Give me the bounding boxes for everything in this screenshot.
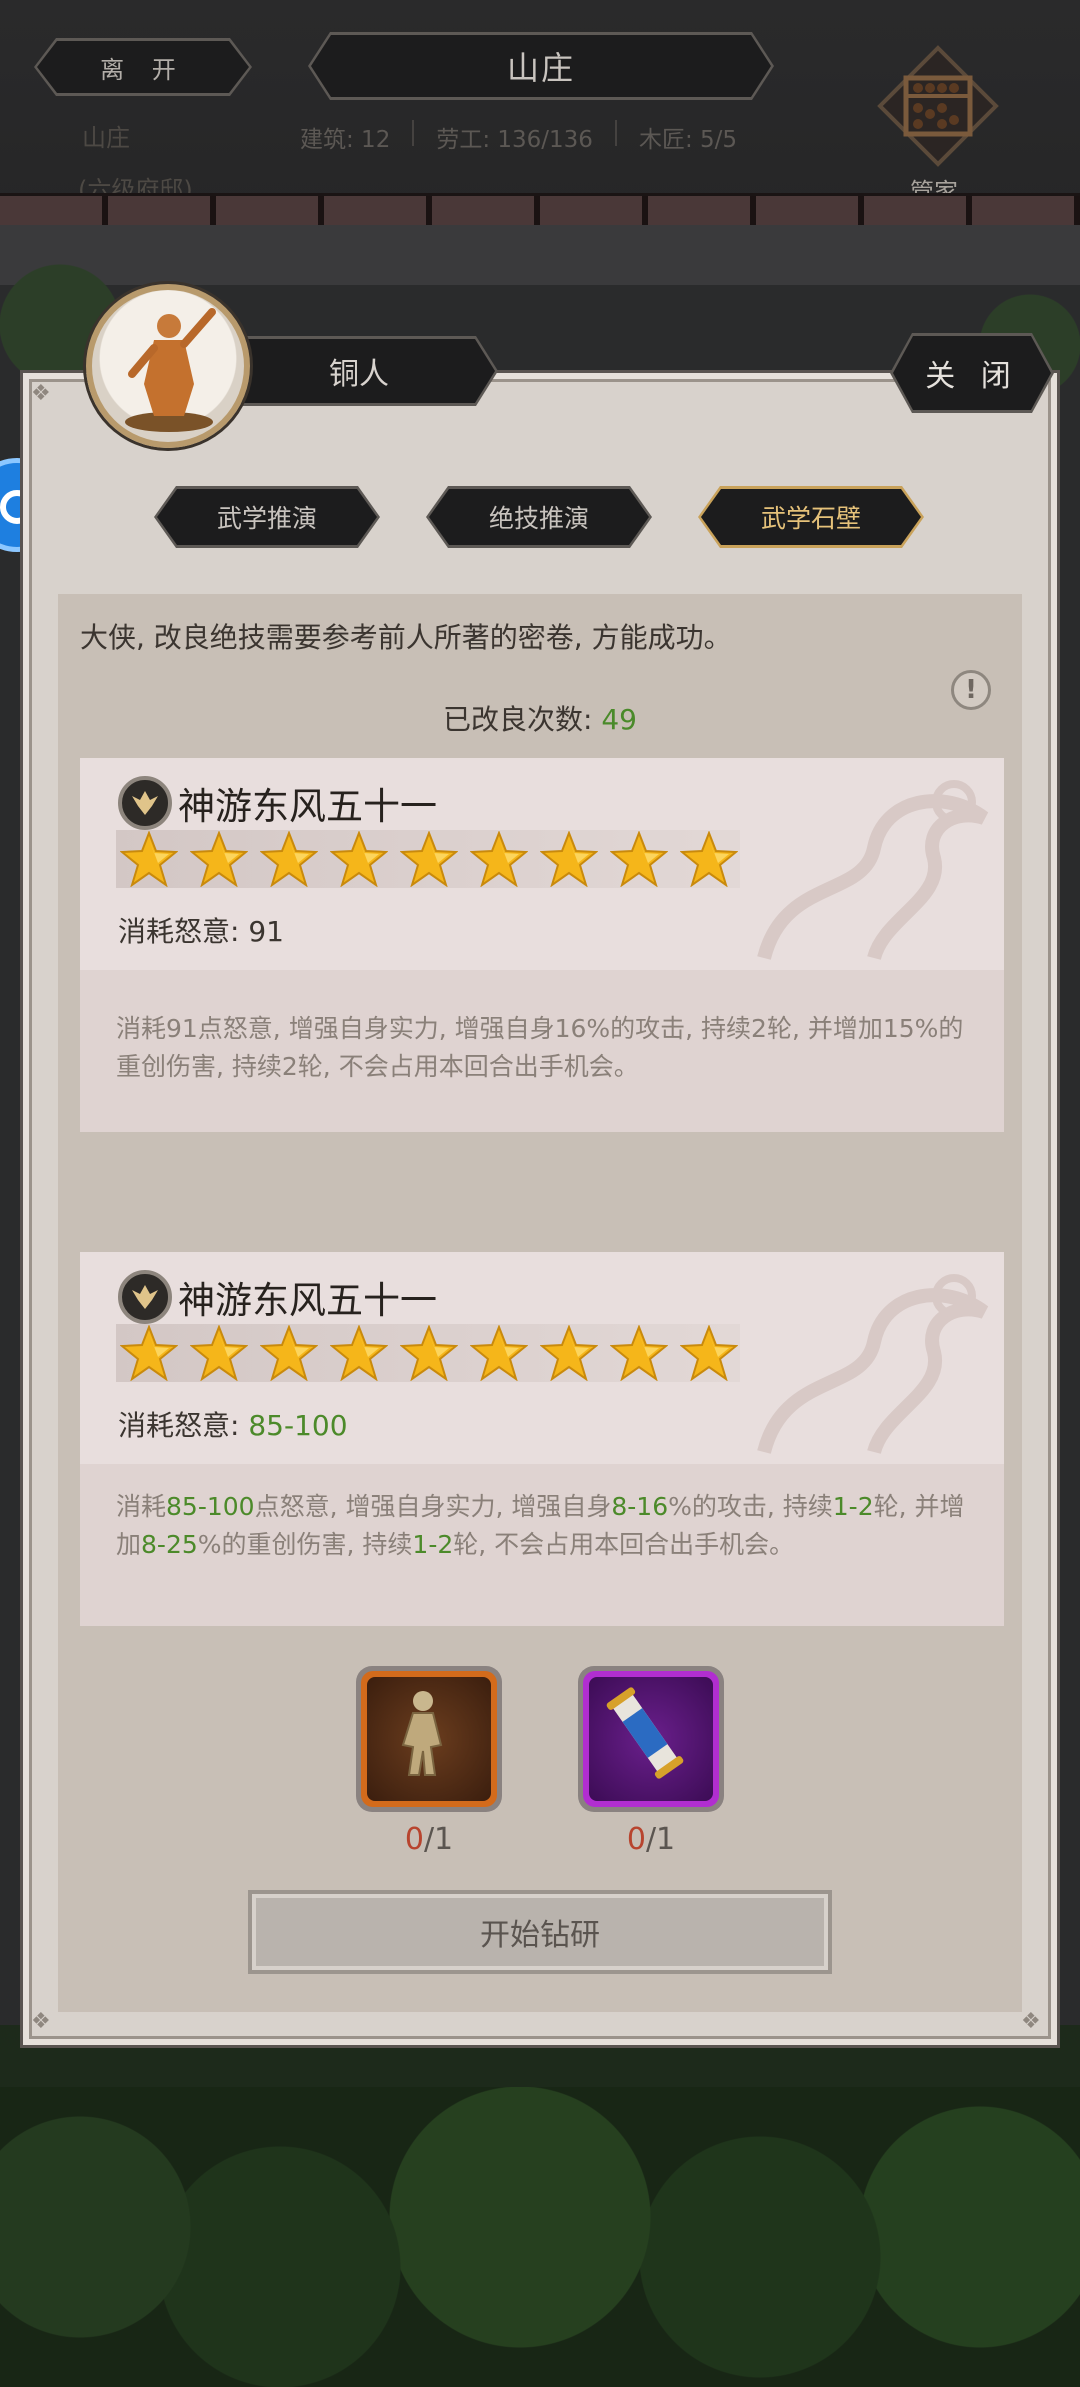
material-count: 0/1 xyxy=(404,1822,454,1857)
tab-martial-stone-wall[interactable]: 武学石壁 xyxy=(698,486,924,548)
close-label: 关 闭 xyxy=(925,359,1019,394)
bronze-figure-icon xyxy=(401,1691,443,1776)
page-title: 山庄 xyxy=(506,49,575,87)
abacus-icon[interactable] xyxy=(876,44,1000,168)
tab-label: 绝技推演 xyxy=(488,504,589,533)
star-icon xyxy=(259,830,319,888)
rage-value: 85-100 xyxy=(248,1409,348,1442)
rage-cost: 消耗怒意: 91 xyxy=(118,910,284,950)
star-icon xyxy=(469,830,529,888)
tab-martial-deduction[interactable]: 武学推演 xyxy=(154,486,380,548)
tab-ultimate-deduction[interactable]: 绝技推演 xyxy=(426,486,652,548)
scroll-icon xyxy=(606,1687,684,1779)
estate-name: 山庄 xyxy=(82,124,130,152)
star-icon xyxy=(399,830,459,888)
rage-label: 消耗怒意: xyxy=(118,1409,249,1442)
title-plate: 山庄 xyxy=(308,32,774,100)
skill-type-icon xyxy=(118,1270,172,1324)
skill-description: 消耗85-100点怒意, 增强自身实力, 增强自身8-16%的攻击, 持续1-2… xyxy=(80,1464,1004,1626)
tab-label: 武学石壁 xyxy=(760,504,861,533)
material-count: 0/1 xyxy=(626,1822,676,1857)
skill-description: 消耗91点怒意, 增强自身实力, 增强自身16%的攻击, 持续2轮, 并增加15… xyxy=(80,970,1004,1132)
rage-label: 消耗怒意: xyxy=(118,915,249,948)
star-icon xyxy=(189,1324,249,1382)
top-bar: 离 开 山庄 山庄 (六级府邸) 建筑: 12 劳工: 136/136 木匠: … xyxy=(0,0,1080,225)
star-icon xyxy=(609,1324,669,1382)
improve-count: 已改良次数: 49 xyxy=(0,698,1080,738)
leave-label: 离 开 xyxy=(100,55,186,84)
character-avatar[interactable] xyxy=(86,284,250,448)
leave-button[interactable]: 离 开 xyxy=(34,38,252,96)
material-slot-scroll[interactable] xyxy=(578,1666,724,1812)
workers-stat: 劳工: 136/136 xyxy=(436,127,593,153)
rage-value: 91 xyxy=(248,915,284,948)
rage-cost: 消耗怒意: 85-100 xyxy=(118,1404,348,1444)
bronze-man-icon xyxy=(125,308,216,432)
star-icon xyxy=(119,830,179,888)
star-icon xyxy=(469,1324,529,1382)
skill-card-current: 神游东风五十一 消耗怒意: 91 消耗91点怒意, 增强自身实力, 增强自身16… xyxy=(80,758,1004,1132)
estate-stats: 建筑: 12 劳工: 136/136 木匠: 5/5 xyxy=(300,120,737,154)
star-icon xyxy=(399,1324,459,1382)
intro-text: 大侠, 改良绝技需要参考前人所著的密卷, 方能成功。 xyxy=(80,621,732,654)
carpenters-stat: 木匠: 5/5 xyxy=(638,127,738,153)
star-rating xyxy=(116,830,740,888)
star-icon xyxy=(329,830,389,888)
star-icon xyxy=(329,1324,389,1382)
count-value: 49 xyxy=(601,703,637,736)
star-rating xyxy=(116,1324,740,1382)
buildings-stat: 建筑: 12 xyxy=(300,127,391,153)
bushes xyxy=(0,2087,1080,2387)
character-name-plate: 铜人 xyxy=(220,336,498,406)
star-icon xyxy=(259,1324,319,1382)
dragon-watermark-icon xyxy=(757,780,989,961)
skill-card-improved: 神游东风五十一 消耗怒意: 85-100 消耗85-100点怒意, 增强自身实力… xyxy=(80,1252,1004,1626)
star-icon xyxy=(679,1324,739,1382)
star-icon xyxy=(119,1324,179,1382)
star-icon xyxy=(539,830,599,888)
character-name: 铜人 xyxy=(329,357,389,392)
skill-type-icon xyxy=(118,776,172,830)
star-icon xyxy=(189,830,249,888)
tab-label: 武学推演 xyxy=(216,504,317,533)
star-icon xyxy=(609,830,669,888)
wall-decoration xyxy=(0,193,1080,225)
skill-name: 神游东风五十一 xyxy=(178,785,437,828)
star-icon xyxy=(679,830,739,888)
dragon-watermark-icon xyxy=(757,1274,989,1455)
count-label: 已改良次数: xyxy=(443,703,602,736)
skill-name: 神游东风五十一 xyxy=(178,1279,437,1322)
star-icon xyxy=(539,1324,599,1382)
material-slot-bronze-figure[interactable] xyxy=(356,1666,502,1812)
close-button[interactable]: 关 闭 xyxy=(890,333,1054,413)
start-research-button[interactable]: 开始钻研 xyxy=(248,1890,832,1974)
